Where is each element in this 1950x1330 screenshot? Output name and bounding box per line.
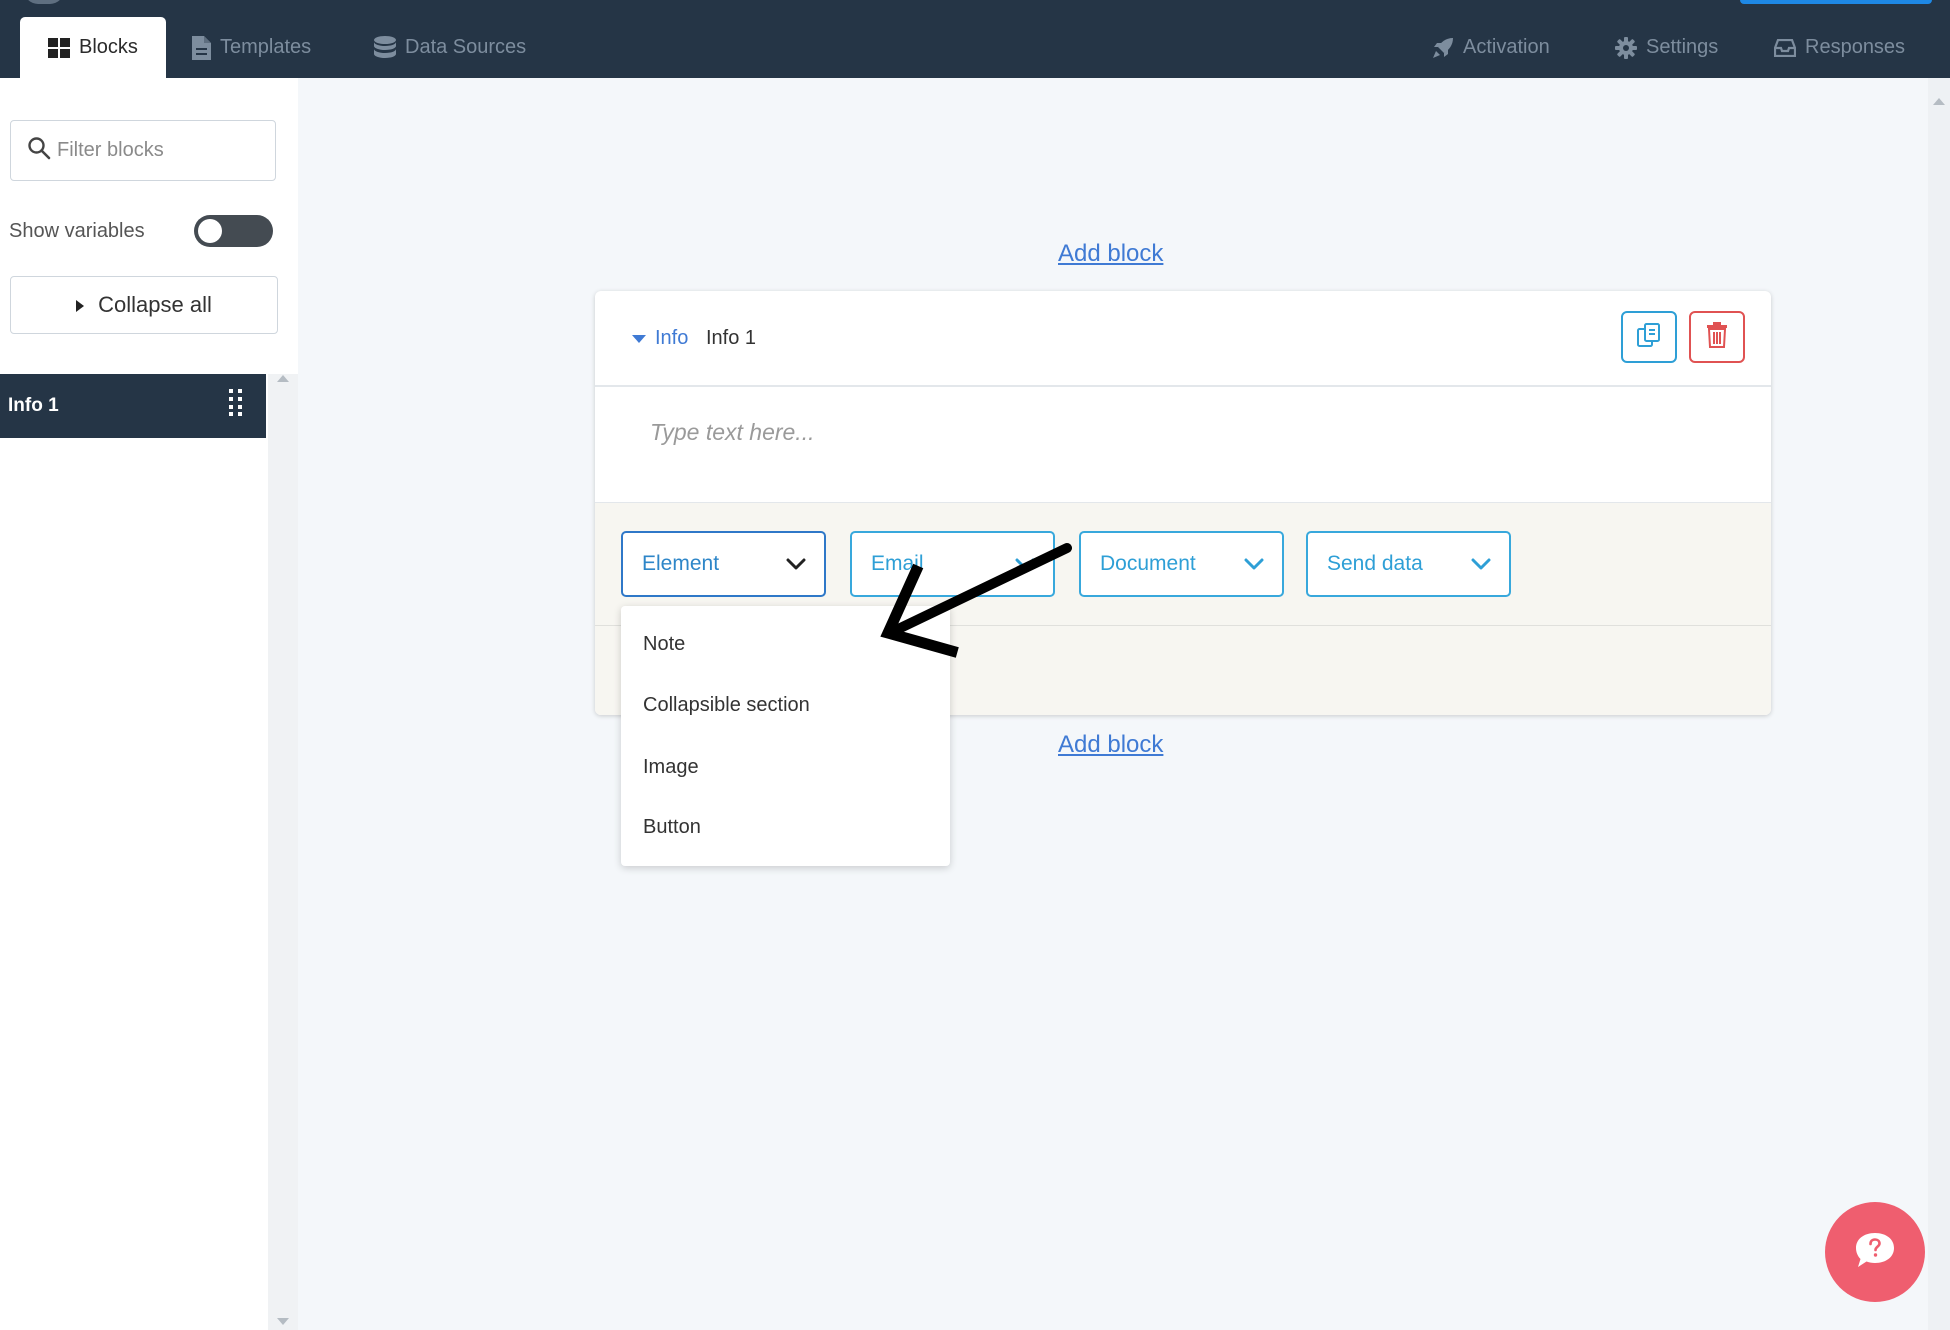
sidebar-item-info-1[interactable]: Info 1 — [0, 374, 266, 438]
chevron-down-icon — [1244, 558, 1264, 570]
help-chat-button[interactable] — [1825, 1202, 1925, 1302]
menu-item-collapsible-section[interactable]: Collapsible section — [643, 694, 810, 717]
inbox-icon — [1774, 38, 1796, 57]
collapse-all-button[interactable]: Collapse all — [10, 276, 278, 334]
menu-item-button[interactable]: Button — [643, 816, 701, 839]
duplicate-block-button[interactable] — [1621, 311, 1677, 363]
help-chat-icon — [1854, 1231, 1896, 1274]
text-placeholder: Type text here... — [650, 419, 815, 445]
trash-icon — [1705, 321, 1729, 354]
menu-item-image[interactable]: Image — [643, 756, 699, 779]
block-header: Info Info 1 — [595, 291, 1771, 387]
block-type-label[interactable]: Info — [655, 327, 688, 350]
copy-icon — [1635, 321, 1663, 354]
document-dropdown[interactable]: Document — [1079, 531, 1284, 597]
scroll-up-arrow-icon[interactable] — [277, 375, 289, 382]
tab-settings[interactable]: Settings — [1615, 17, 1718, 78]
filter-blocks-field[interactable] — [10, 120, 276, 181]
tab-label: Settings — [1646, 36, 1719, 58]
rocket-icon — [1432, 37, 1454, 59]
gear-icon — [1615, 36, 1637, 59]
tab-label: Activation — [1463, 36, 1550, 58]
tab-templates[interactable]: Templates — [192, 17, 311, 78]
search-icon — [27, 136, 51, 165]
toggle-knob — [198, 219, 222, 243]
sidebar-item-label: Info 1 — [8, 395, 59, 416]
filter-blocks-input[interactable] — [55, 138, 255, 163]
database-icon — [374, 35, 396, 60]
scroll-up-arrow-icon[interactable] — [1933, 98, 1945, 105]
tab-label: Data Sources — [405, 36, 527, 58]
app-logo[interactable] — [24, 0, 64, 4]
add-block-link-top[interactable]: Add block — [1058, 240, 1163, 268]
show-variables-label: Show variables — [9, 220, 145, 242]
tab-label: Templates — [220, 36, 312, 58]
top-navbar: Blocks Templates Data Sources Activation… — [0, 0, 1950, 78]
collapse-caret-icon[interactable] — [632, 335, 646, 343]
file-icon — [192, 35, 211, 60]
tab-label: Blocks — [79, 36, 138, 58]
scroll-down-arrow-icon[interactable] — [277, 1318, 289, 1325]
tab-label: Responses — [1805, 36, 1906, 58]
element-dropdown[interactable]: Element — [621, 531, 826, 597]
sidebar-scrollbar[interactable] — [268, 374, 298, 1330]
tab-responses[interactable]: Responses — [1774, 17, 1905, 78]
block-text-editor[interactable]: Type text here... — [595, 387, 1771, 502]
show-variables-toggle[interactable] — [194, 215, 273, 247]
main-scrollbar[interactable] — [1928, 78, 1950, 1330]
send-data-dropdown[interactable]: Send data — [1306, 531, 1511, 597]
grid-icon — [48, 37, 70, 58]
block-title[interactable]: Info 1 — [706, 327, 756, 350]
menu-item-note[interactable]: Note — [643, 633, 685, 656]
tab-blocks[interactable]: Blocks — [20, 17, 166, 78]
tab-activation[interactable]: Activation — [1432, 17, 1550, 78]
annotation-arrow-icon — [870, 535, 1080, 670]
caret-right-icon — [76, 292, 85, 318]
chevron-down-icon — [1471, 558, 1491, 570]
top-action-button[interactable] — [1740, 0, 1932, 4]
chevron-down-icon — [786, 558, 806, 570]
delete-block-button[interactable] — [1689, 311, 1745, 363]
drag-handle-icon[interactable] — [228, 388, 244, 422]
add-block-link-bottom[interactable]: Add block — [1058, 731, 1163, 759]
tab-data-sources[interactable]: Data Sources — [374, 17, 526, 78]
blocks-sidebar: Show variables Collapse all Info 1 — [0, 78, 298, 1330]
dropdown-label: Document — [1100, 552, 1196, 575]
dropdown-label: Send data — [1327, 552, 1423, 575]
collapse-all-label: Collapse all — [98, 292, 212, 317]
dropdown-label: Element — [642, 552, 720, 575]
